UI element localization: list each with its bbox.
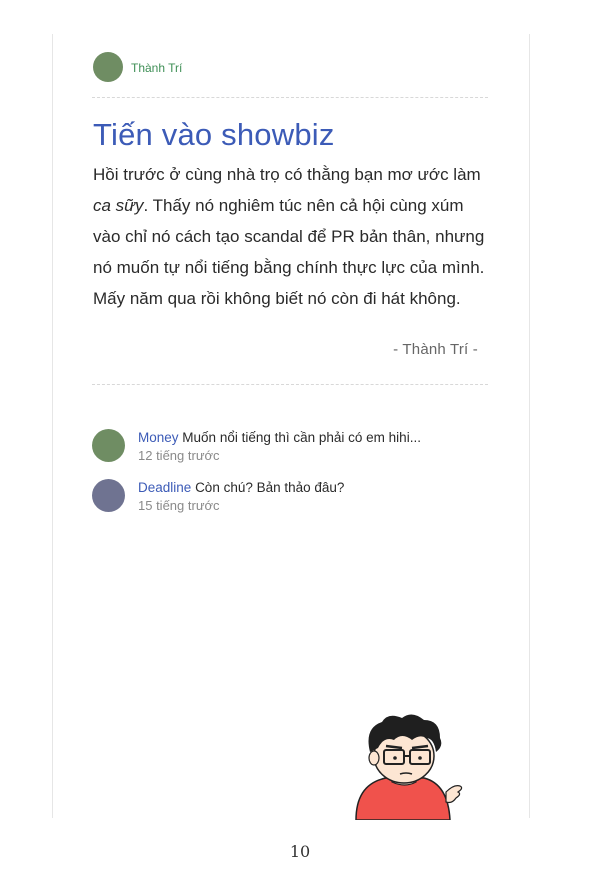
commenter-avatar[interactable] [92,429,125,462]
post-body-text-2: . Thấy nó nghiêm túc nên cả hội cùng xúm… [93,196,485,308]
post-body: Hồi trước ở cùng nhà trọ có thằng bạn mơ… [93,159,488,314]
commenter-avatar[interactable] [92,479,125,512]
comment-item: Deadline Còn chú? Bản thảo đâu? 15 tiếng… [92,479,512,515]
page-number: 10 [289,842,311,861]
cartoon-man-illustration [355,714,463,820]
comment-line: Money Muốn nổi tiếng thì cần phải có em … [138,430,421,445]
post-body-text-1: Hồi trước ở cùng nhà trọ có thằng bạn mơ… [93,165,481,184]
post-title: Tiến vào showbiz [93,117,335,152]
comment-username[interactable]: Money [138,430,179,445]
comment-text: Muốn nổi tiếng thì cần phải có em hihi..… [182,430,421,445]
author-name[interactable]: Thành Trí [131,61,182,75]
comment-text: Còn chú? Bản thảo đâu? [195,480,345,495]
comment-timestamp: 12 tiếng trước [138,448,220,463]
author-avatar [93,52,123,82]
comment-username[interactable]: Deadline [138,480,191,495]
header-divider [92,97,488,98]
comment-item: Money Muốn nổi tiếng thì cần phải có em … [92,429,512,465]
post-body-italic: ca sữy [93,196,144,215]
comment-line: Deadline Còn chú? Bản thảo đâu? [138,480,344,495]
post-signature: - Thành Trí - [393,341,478,358]
post-divider [92,384,488,385]
comment-timestamp: 15 tiếng trước [138,498,220,513]
